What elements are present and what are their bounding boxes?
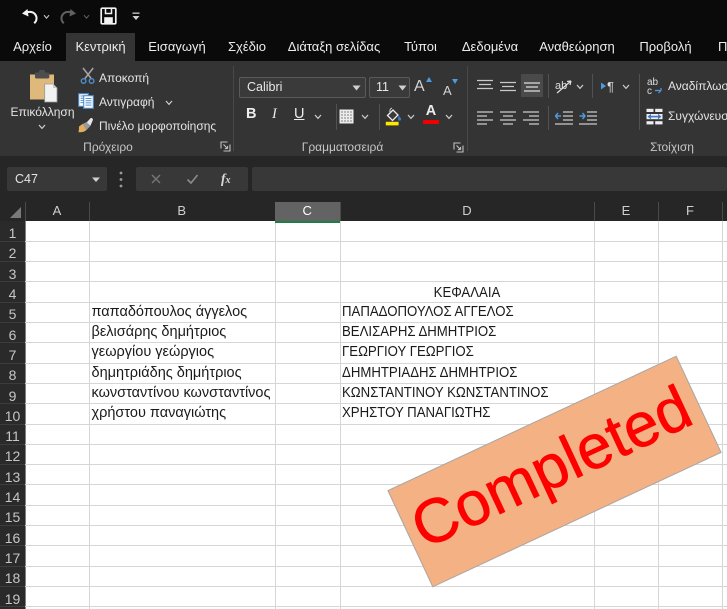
svg-text:¶: ¶ [607, 79, 614, 94]
svg-text:c: c [647, 86, 652, 95]
